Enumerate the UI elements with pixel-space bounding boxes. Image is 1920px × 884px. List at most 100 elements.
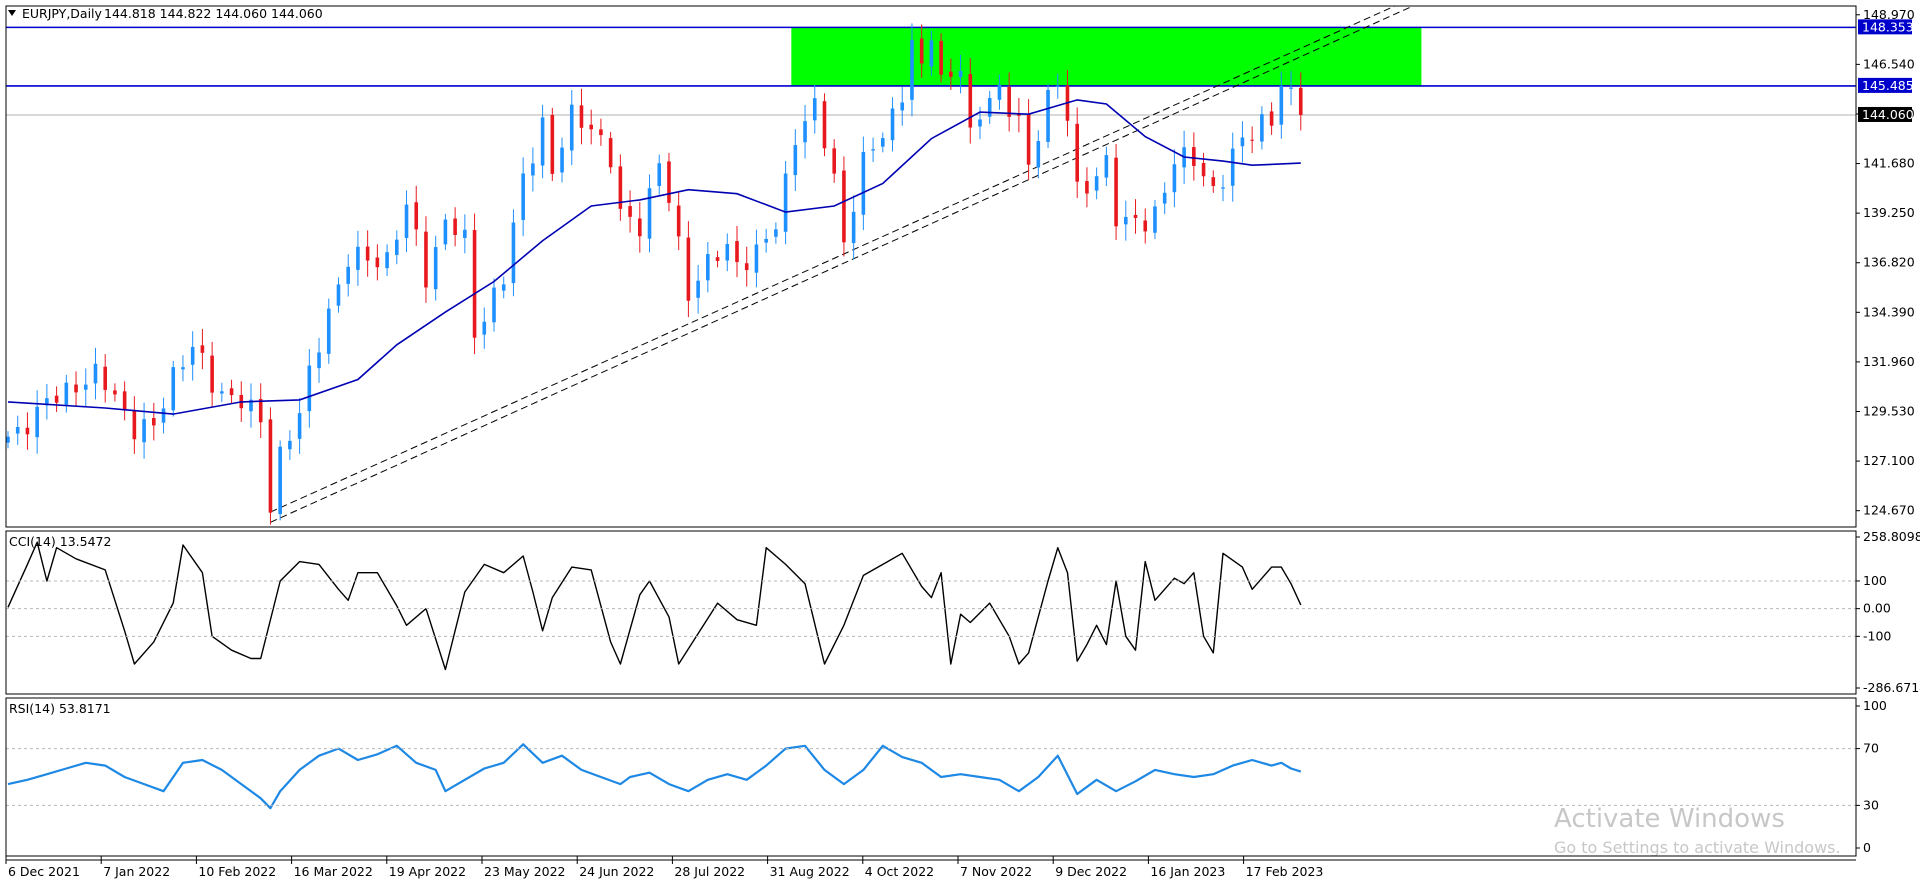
candle[interactable] xyxy=(1085,167,1089,208)
candle[interactable] xyxy=(297,398,302,454)
candle[interactable] xyxy=(560,137,564,183)
candle[interactable] xyxy=(842,156,846,257)
candle[interactable] xyxy=(181,355,185,382)
candle[interactable] xyxy=(356,230,360,286)
candle[interactable] xyxy=(424,216,428,303)
candle[interactable] xyxy=(1250,126,1254,154)
candle[interactable] xyxy=(346,254,350,297)
candle[interactable] xyxy=(443,213,448,250)
candle[interactable] xyxy=(45,383,49,420)
candle[interactable] xyxy=(881,132,885,153)
candle[interactable] xyxy=(832,139,836,183)
candle[interactable] xyxy=(35,390,39,454)
candle[interactable] xyxy=(569,90,574,166)
candle[interactable] xyxy=(122,381,127,421)
price-tag-145.485[interactable]: 145.485 xyxy=(1858,77,1914,93)
candle[interactable] xyxy=(812,84,817,134)
candle[interactable] xyxy=(1211,170,1216,193)
candle[interactable] xyxy=(744,246,749,287)
candle[interactable] xyxy=(1201,152,1206,187)
candle[interactable] xyxy=(93,347,98,400)
candle[interactable] xyxy=(900,87,905,126)
candle[interactable] xyxy=(618,154,623,221)
candle[interactable] xyxy=(608,131,613,174)
candle[interactable] xyxy=(113,383,117,402)
candle[interactable] xyxy=(822,93,827,157)
candle[interactable] xyxy=(249,383,253,428)
candle[interactable] xyxy=(540,104,545,179)
candle[interactable] xyxy=(103,354,107,403)
candle[interactable] xyxy=(1026,99,1031,180)
trading-chart[interactable]: 148.970146.540144.110141.680139.250136.8… xyxy=(0,0,1920,884)
candle[interactable] xyxy=(414,185,419,246)
candle[interactable] xyxy=(861,136,866,231)
candle[interactable] xyxy=(764,228,768,253)
candle[interactable] xyxy=(161,397,166,434)
rsi-line[interactable] xyxy=(7,743,1302,810)
candle[interactable] xyxy=(404,190,409,253)
candle[interactable] xyxy=(783,161,788,245)
candle[interactable] xyxy=(657,154,662,195)
candle[interactable] xyxy=(278,440,282,521)
candle[interactable] xyxy=(1017,98,1021,133)
candle[interactable] xyxy=(152,402,156,441)
candle[interactable] xyxy=(395,230,399,265)
candle[interactable] xyxy=(463,214,467,254)
candle[interactable] xyxy=(511,209,516,297)
candle[interactable] xyxy=(482,307,487,349)
candle[interactable] xyxy=(667,152,671,212)
candle[interactable] xyxy=(1240,121,1245,163)
candle[interactable] xyxy=(472,213,477,355)
candle[interactable] xyxy=(132,396,137,454)
candle[interactable] xyxy=(1153,200,1157,240)
candle[interactable] xyxy=(628,190,632,233)
menu-triangle-icon[interactable] xyxy=(8,10,16,16)
candle[interactable] xyxy=(453,207,457,247)
candle[interactable] xyxy=(754,229,759,288)
candle[interactable] xyxy=(385,244,389,277)
candle[interactable] xyxy=(492,278,496,332)
candle[interactable] xyxy=(229,379,234,404)
candle[interactable] xyxy=(365,230,370,277)
candle[interactable] xyxy=(200,328,205,370)
candle[interactable] xyxy=(550,107,555,182)
candle[interactable] xyxy=(1114,144,1118,240)
candle[interactable] xyxy=(54,386,59,412)
candle[interactable] xyxy=(890,97,895,152)
candle[interactable] xyxy=(599,118,603,146)
candle[interactable] xyxy=(715,250,720,268)
candle[interactable] xyxy=(686,221,691,318)
candle[interactable] xyxy=(521,157,525,237)
candle[interactable] xyxy=(638,202,642,253)
candle[interactable] xyxy=(1162,182,1167,215)
candle[interactable] xyxy=(1124,200,1128,241)
candle[interactable] xyxy=(803,104,807,159)
candle[interactable] xyxy=(1230,132,1235,202)
candle[interactable] xyxy=(220,382,224,403)
candle[interactable] xyxy=(1104,146,1109,186)
candle[interactable] xyxy=(210,341,214,407)
cci-panel[interactable]: 258.8098 100 0.00 -100 -286.6714 xyxy=(6,529,1920,695)
candle[interactable] xyxy=(531,147,535,192)
candle[interactable] xyxy=(288,430,292,460)
candle[interactable] xyxy=(725,233,730,272)
price-panel[interactable]: 148.970146.540144.110141.680139.250136.8… xyxy=(6,0,1915,525)
candle[interactable] xyxy=(706,242,710,293)
candle[interactable] xyxy=(579,88,584,145)
candle[interactable] xyxy=(735,226,739,278)
price-tag-144.060[interactable]: 144.060 xyxy=(1858,106,1914,122)
candle[interactable] xyxy=(6,431,10,449)
candle[interactable] xyxy=(83,368,88,406)
candle[interactable] xyxy=(258,383,263,438)
candle[interactable] xyxy=(987,90,992,124)
candle[interactable] xyxy=(317,337,321,383)
candle[interactable] xyxy=(647,174,652,253)
candle[interactable] xyxy=(1143,208,1148,244)
candle[interactable] xyxy=(74,371,78,406)
candle[interactable] xyxy=(676,191,681,251)
price-tag-148.353[interactable]: 148.353 xyxy=(1858,19,1914,35)
candle[interactable] xyxy=(793,129,798,192)
candle[interactable] xyxy=(1269,102,1274,135)
candle[interactable] xyxy=(25,412,30,450)
candle[interactable] xyxy=(171,360,176,417)
